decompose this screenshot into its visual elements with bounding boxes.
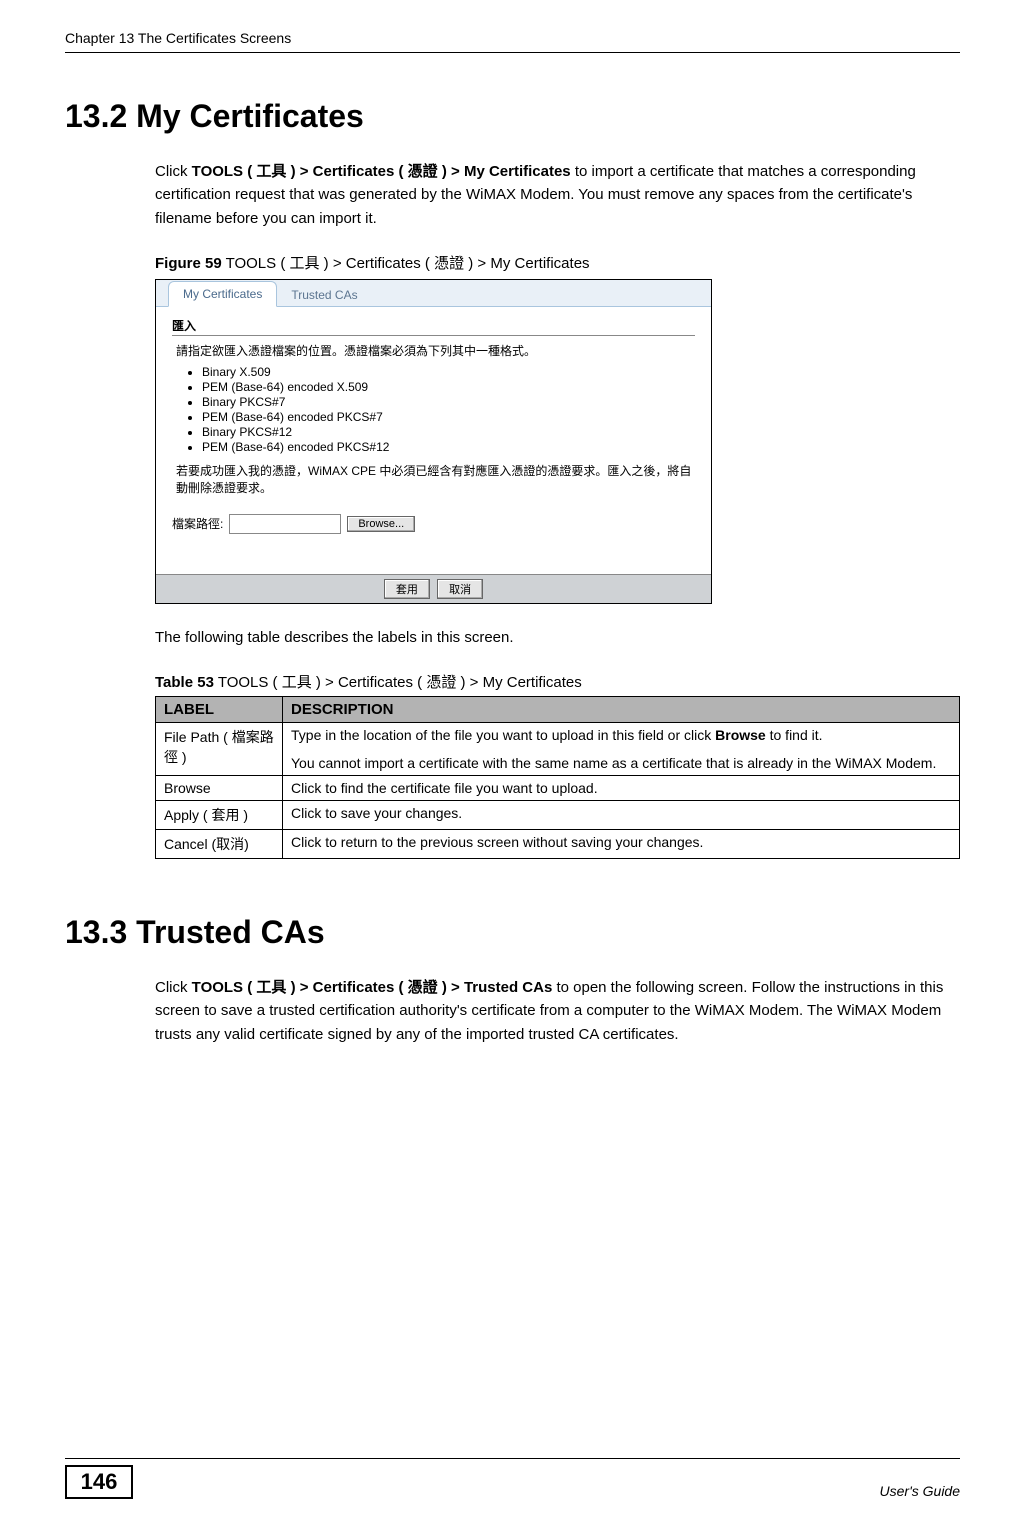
after-figure-para: The following table describes the labels…: [155, 626, 960, 649]
figure-caption-text: TOOLS ( 工具 ) > Certificates ( 憑證 ) > My …: [222, 255, 590, 272]
th-description: DESCRIPTION: [283, 697, 960, 723]
table-caption-text: TOOLS ( 工具 ) > Certificates ( 憑證 ) > My …: [214, 674, 582, 691]
desc-text: Type in the location of the file you wan…: [291, 727, 715, 743]
td-desc: Click to return to the previous screen w…: [283, 830, 960, 859]
format-item: PEM (Base-64) encoded X.509: [202, 380, 695, 394]
para-bold-path: TOOLS ( 工具 ) > Certificates ( 憑證 ) > My …: [192, 163, 571, 180]
tabs-bar: My Certificates Trusted CAs: [156, 280, 711, 307]
td-desc: Click to find the certificate file you w…: [283, 776, 960, 801]
tab-trusted-cas[interactable]: Trusted CAs: [277, 283, 371, 307]
cancel-button[interactable]: 取消: [437, 579, 483, 599]
table-row: Apply ( 套用 ) Click to save your changes.: [156, 801, 960, 830]
section-13-2-para: Click TOOLS ( 工具 ) > Certificates ( 憑證 )…: [155, 160, 960, 230]
td-desc: Click to save your changes.: [283, 801, 960, 830]
my-certificates-screenshot: My Certificates Trusted CAs 匯入 請指定欲匯入憑證檔…: [155, 279, 712, 604]
td-label: File Path ( 檔案路徑 ): [156, 723, 283, 776]
td-label: Apply ( 套用 ): [156, 801, 283, 830]
page-number: 146: [65, 1465, 133, 1499]
apply-button[interactable]: 套用: [384, 579, 430, 599]
table-label: Table 53: [155, 674, 214, 691]
table-53: LABEL DESCRIPTION File Path ( 檔案路徑 ) Typ…: [155, 696, 960, 859]
th-label: LABEL: [156, 697, 283, 723]
file-path-row: 檔案路徑: Browse...: [172, 514, 695, 534]
para-bold-path: TOOLS ( 工具 ) > Certificates ( 憑證 ) > Tru…: [192, 979, 553, 996]
section-13-3-para: Click TOOLS ( 工具 ) > Certificates ( 憑證 )…: [155, 976, 960, 1046]
section-13-3-heading: 13.3 Trusted CAs: [65, 914, 960, 951]
figure-59-caption: Figure 59 TOOLS ( 工具 ) > Certificates ( …: [155, 252, 960, 273]
para-text: Click: [155, 163, 192, 180]
format-item: Binary X.509: [202, 365, 695, 379]
td-desc: Type in the location of the file you wan…: [283, 723, 960, 776]
format-item: Binary PKCS#7: [202, 395, 695, 409]
desc-bold: Browse: [715, 727, 766, 743]
page-footer: 146 User's Guide: [65, 1458, 960, 1499]
import-section-title: 匯入: [172, 317, 695, 336]
desc-text: You cannot import a certificate with the…: [291, 755, 936, 771]
para-text: Click: [155, 979, 192, 996]
file-path-label: 檔案路徑:: [172, 515, 223, 532]
import-description: 請指定欲匯入憑證檔案的位置。憑證檔案必須為下列其中一種格式。: [172, 342, 695, 359]
table-row: Cancel (取消) Click to return to the previ…: [156, 830, 960, 859]
td-label: Browse: [156, 776, 283, 801]
table-row: File Path ( 檔案路徑 ) Type in the location …: [156, 723, 960, 776]
format-item: PEM (Base-64) encoded PKCS#7: [202, 410, 695, 424]
format-item: Binary PKCS#12: [202, 425, 695, 439]
table-row: Browse Click to find the certificate fil…: [156, 776, 960, 801]
running-header: Chapter 13 The Certificates Screens: [65, 30, 960, 46]
browse-button[interactable]: Browse...: [347, 516, 415, 532]
import-note: 若要成功匯入我的憑證，WiMAX CPE 中必須已經含有對應匯入憑證的憑證要求。…: [172, 462, 695, 496]
table-53-caption: Table 53 TOOLS ( 工具 ) > Certificates ( 憑…: [155, 671, 960, 692]
section-13-2-heading: 13.2 My Certificates: [65, 98, 960, 135]
tab-my-certificates[interactable]: My Certificates: [168, 281, 277, 307]
desc-text: to find it.: [766, 727, 823, 743]
screenshot-action-bar: 套用 取消: [156, 574, 711, 603]
file-path-input[interactable]: [229, 514, 341, 534]
format-list: Binary X.509 PEM (Base-64) encoded X.509…: [202, 365, 695, 454]
header-rule: [65, 52, 960, 53]
footer-guide-label: User's Guide: [880, 1483, 960, 1499]
td-label: Cancel (取消): [156, 830, 283, 859]
figure-label: Figure 59: [155, 255, 222, 272]
format-item: PEM (Base-64) encoded PKCS#12: [202, 440, 695, 454]
